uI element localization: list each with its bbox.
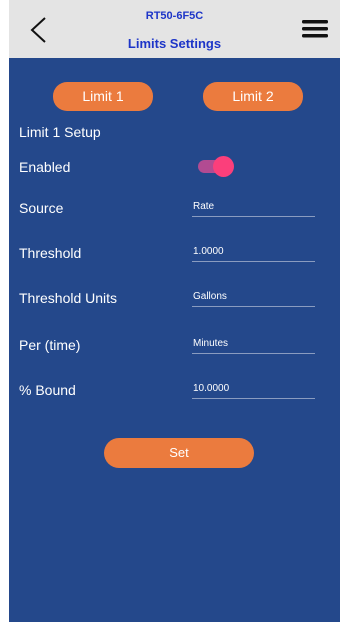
limits-settings-panel: Limit 1 Limit 2 Limit 1 Setup Enabled So… — [9, 58, 340, 622]
threshold-label: Threshold — [19, 245, 82, 261]
threshold-units-field[interactable]: Gallons — [192, 287, 315, 307]
threshold-units-label: Threshold Units — [19, 290, 118, 306]
percent-bound-label: % Bound — [19, 382, 76, 398]
enabled-label: Enabled — [19, 159, 71, 175]
hamburger-menu-icon[interactable] — [300, 18, 330, 40]
source-label: Source — [19, 200, 64, 216]
per-time-label: Per (time) — [19, 337, 81, 353]
tab-limit-1[interactable]: Limit 1 — [53, 82, 153, 111]
device-name: RT50-6F5C — [145, 10, 204, 22]
source-field[interactable]: Rate — [192, 197, 315, 217]
enabled-toggle[interactable] — [196, 155, 234, 177]
per-time-field[interactable]: Minutes — [192, 334, 315, 354]
section-title: Limit 1 Setup — [19, 124, 101, 140]
set-button[interactable]: Set — [104, 438, 254, 468]
top-app-bar: RT50-6F5C Limits Settings — [9, 0, 340, 58]
threshold-field[interactable]: 1.0000 — [192, 242, 315, 262]
tab-limit-2[interactable]: Limit 2 — [203, 82, 303, 111]
toggle-thumb — [213, 156, 234, 177]
percent-bound-field[interactable]: 10.0000 — [192, 379, 315, 399]
page-title: Limits Settings — [127, 36, 222, 51]
